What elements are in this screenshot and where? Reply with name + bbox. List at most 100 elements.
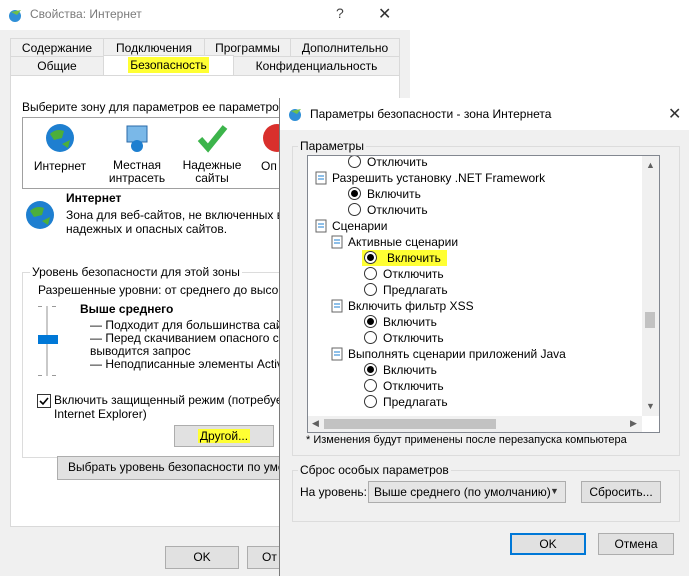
- tree-item-label: Отключить: [383, 331, 444, 345]
- ok-button[interactable]: OK: [165, 546, 239, 569]
- tree-item-label: Включить: [383, 251, 445, 265]
- settings-page-icon: [331, 235, 343, 249]
- radio-option[interactable]: Предлагать: [364, 394, 448, 410]
- reset-group-label: Сброс особых параметров: [298, 463, 451, 477]
- tree-item-label: Отключить: [367, 156, 428, 169]
- radio-option[interactable]: Отключить: [364, 330, 444, 346]
- tree-item-label: Разрешить установку .NET Framework: [332, 171, 546, 185]
- zone-internet-label: Интернет: [33, 159, 87, 173]
- radio-button-icon[interactable]: [364, 331, 377, 344]
- settings-group-label: Параметры: [298, 139, 366, 153]
- radio-button-icon[interactable]: [348, 156, 361, 168]
- window-title: Свойства: Интернет: [30, 7, 142, 21]
- radio-option[interactable]: Включить: [348, 186, 421, 202]
- scroll-right-icon[interactable]: ▶: [630, 418, 637, 429]
- zone-internet[interactable]: Интернет: [31, 122, 89, 173]
- intranet-icon: [126, 125, 148, 152]
- settings-page-icon: [315, 171, 327, 185]
- allowed-levels-text: Разрешенные уровни: от среднего до высок…: [38, 283, 291, 297]
- radio-option[interactable]: Отключить: [348, 202, 428, 218]
- radio-button-icon[interactable]: [364, 251, 377, 264]
- tab-content[interactable]: Содержание: [10, 38, 104, 58]
- tab-security[interactable]: Безопасность: [103, 55, 234, 77]
- ok-button[interactable]: OK: [510, 533, 586, 555]
- radio-button-icon[interactable]: [364, 395, 377, 408]
- radio-option[interactable]: Предлагать: [364, 282, 448, 298]
- globe-icon: [46, 124, 74, 152]
- vertical-scrollbar[interactable]: ▲ ▼: [642, 156, 659, 416]
- protected-mode-checkbox[interactable]: [37, 394, 51, 408]
- zone-prompt: Выберите зону для параметров ее параметр…: [22, 100, 314, 114]
- settings-tree-rows: Отключить Разрешить установку .NET Framew…: [308, 156, 642, 416]
- globe-icon: [26, 201, 54, 229]
- cancel-button[interactable]: Отмена: [598, 533, 674, 555]
- radio-button-icon[interactable]: [364, 315, 377, 328]
- radio-option[interactable]: Отключить: [348, 156, 428, 170]
- internet-options-icon: [289, 109, 301, 121]
- default-level-button[interactable]: Выбрать уровень безопасности по умолча: [57, 456, 309, 480]
- scrollbar-thumb[interactable]: [645, 312, 655, 328]
- level-item: выводится запрос: [90, 344, 191, 358]
- tree-item-label: Отключить: [367, 203, 428, 217]
- reset-button[interactable]: Сбросить...: [581, 481, 661, 503]
- tree-item-label: Включить фильтр XSS: [348, 299, 474, 313]
- scrollbar-thumb-h[interactable]: [324, 419, 496, 429]
- title-bar: Параметры безопасности - зона Интернета …: [280, 98, 689, 130]
- tree-item-label: Предлагать: [383, 283, 448, 297]
- tree-folder: Сценарии: [314, 218, 387, 234]
- radio-button-icon[interactable]: [364, 363, 377, 376]
- tree-item-label: Сценарии: [332, 219, 388, 233]
- level-slider-thumb[interactable]: [38, 335, 58, 344]
- scroll-down-icon[interactable]: ▼: [646, 401, 655, 411]
- zone-trusted-label: Надежные сайты: [182, 158, 242, 185]
- title-bar: Свойства: Интернет ? ✕: [0, 0, 410, 30]
- tree-item-label: Отключить: [383, 379, 444, 393]
- restart-note: * Изменения будут применены после переза…: [306, 434, 627, 446]
- level-item: — Перед скачиванием опасного соде: [90, 331, 299, 345]
- window-title: Параметры безопасности - зона Интернета: [310, 107, 552, 121]
- security-level-group-label: Уровень безопасности для этой зоны: [30, 265, 242, 279]
- radio-button-icon[interactable]: [364, 283, 377, 296]
- radio-option[interactable]: Включить: [362, 250, 447, 266]
- radio-option[interactable]: Включить: [364, 314, 437, 330]
- zone-trusted[interactable]: Надежные сайты: [181, 122, 243, 185]
- zone-intranet-label: Местная интрасеть: [108, 158, 166, 185]
- level-item: — Подходит для большинства сайто: [90, 318, 295, 332]
- settings-tree[interactable]: Отключить Разрешить установку .NET Framew…: [307, 155, 660, 433]
- zone-desc-line2: надежных и опасных сайтов.: [66, 222, 228, 236]
- close-button[interactable]: ✕: [378, 4, 391, 24]
- chevron-down-icon: ▼: [550, 486, 559, 496]
- checkmark-icon: [197, 125, 228, 153]
- scroll-left-icon[interactable]: ◀: [312, 418, 319, 429]
- tab-privacy[interactable]: Конфиденциальность: [233, 56, 400, 76]
- tree-category: Активные сценарии: [330, 234, 458, 250]
- radio-button-icon[interactable]: [348, 203, 361, 216]
- tab-general[interactable]: Общие: [10, 56, 104, 76]
- scroll-up-icon[interactable]: ▲: [646, 160, 655, 170]
- close-button[interactable]: ✕: [668, 104, 681, 124]
- tab-advanced[interactable]: Дополнительно: [290, 38, 400, 58]
- level-name: Выше среднего: [80, 302, 174, 316]
- radio-button-icon[interactable]: [364, 267, 377, 280]
- radio-button-icon[interactable]: [348, 187, 361, 200]
- protected-mode-label: Включить защищенный режим (потребуется: [54, 393, 300, 407]
- zone-intranet[interactable]: Местная интрасеть: [107, 122, 167, 185]
- tree-category: Включить фильтр XSS: [330, 298, 474, 314]
- zone-list: Интернет Местная интрасеть Надежные сайт…: [22, 117, 294, 189]
- reset-level-select[interactable]: Выше среднего (по умолчанию) ▼: [368, 481, 566, 503]
- settings-page-icon: [331, 347, 343, 361]
- horizontal-scrollbar[interactable]: ◀ ▶: [308, 416, 642, 432]
- protected-mode-label-line2: Internet Explorer): [54, 407, 147, 421]
- radio-option[interactable]: Включить: [364, 362, 437, 378]
- tree-item-label: Включить: [367, 187, 421, 201]
- radio-option[interactable]: Отключить: [364, 266, 444, 282]
- tree-item-label: Выполнять сценарии приложений Java: [348, 347, 566, 361]
- custom-level-button[interactable]: Другой...: [174, 425, 274, 447]
- tree-category: Разрешить установку .NET Framework: [314, 170, 545, 186]
- radio-option[interactable]: Отключить: [364, 378, 444, 394]
- help-button[interactable]: ?: [336, 5, 344, 21]
- internet-options-icon: [9, 10, 21, 22]
- radio-button-icon[interactable]: [364, 379, 377, 392]
- settings-page-icon: [331, 299, 343, 313]
- scripts-icon: [315, 219, 327, 233]
